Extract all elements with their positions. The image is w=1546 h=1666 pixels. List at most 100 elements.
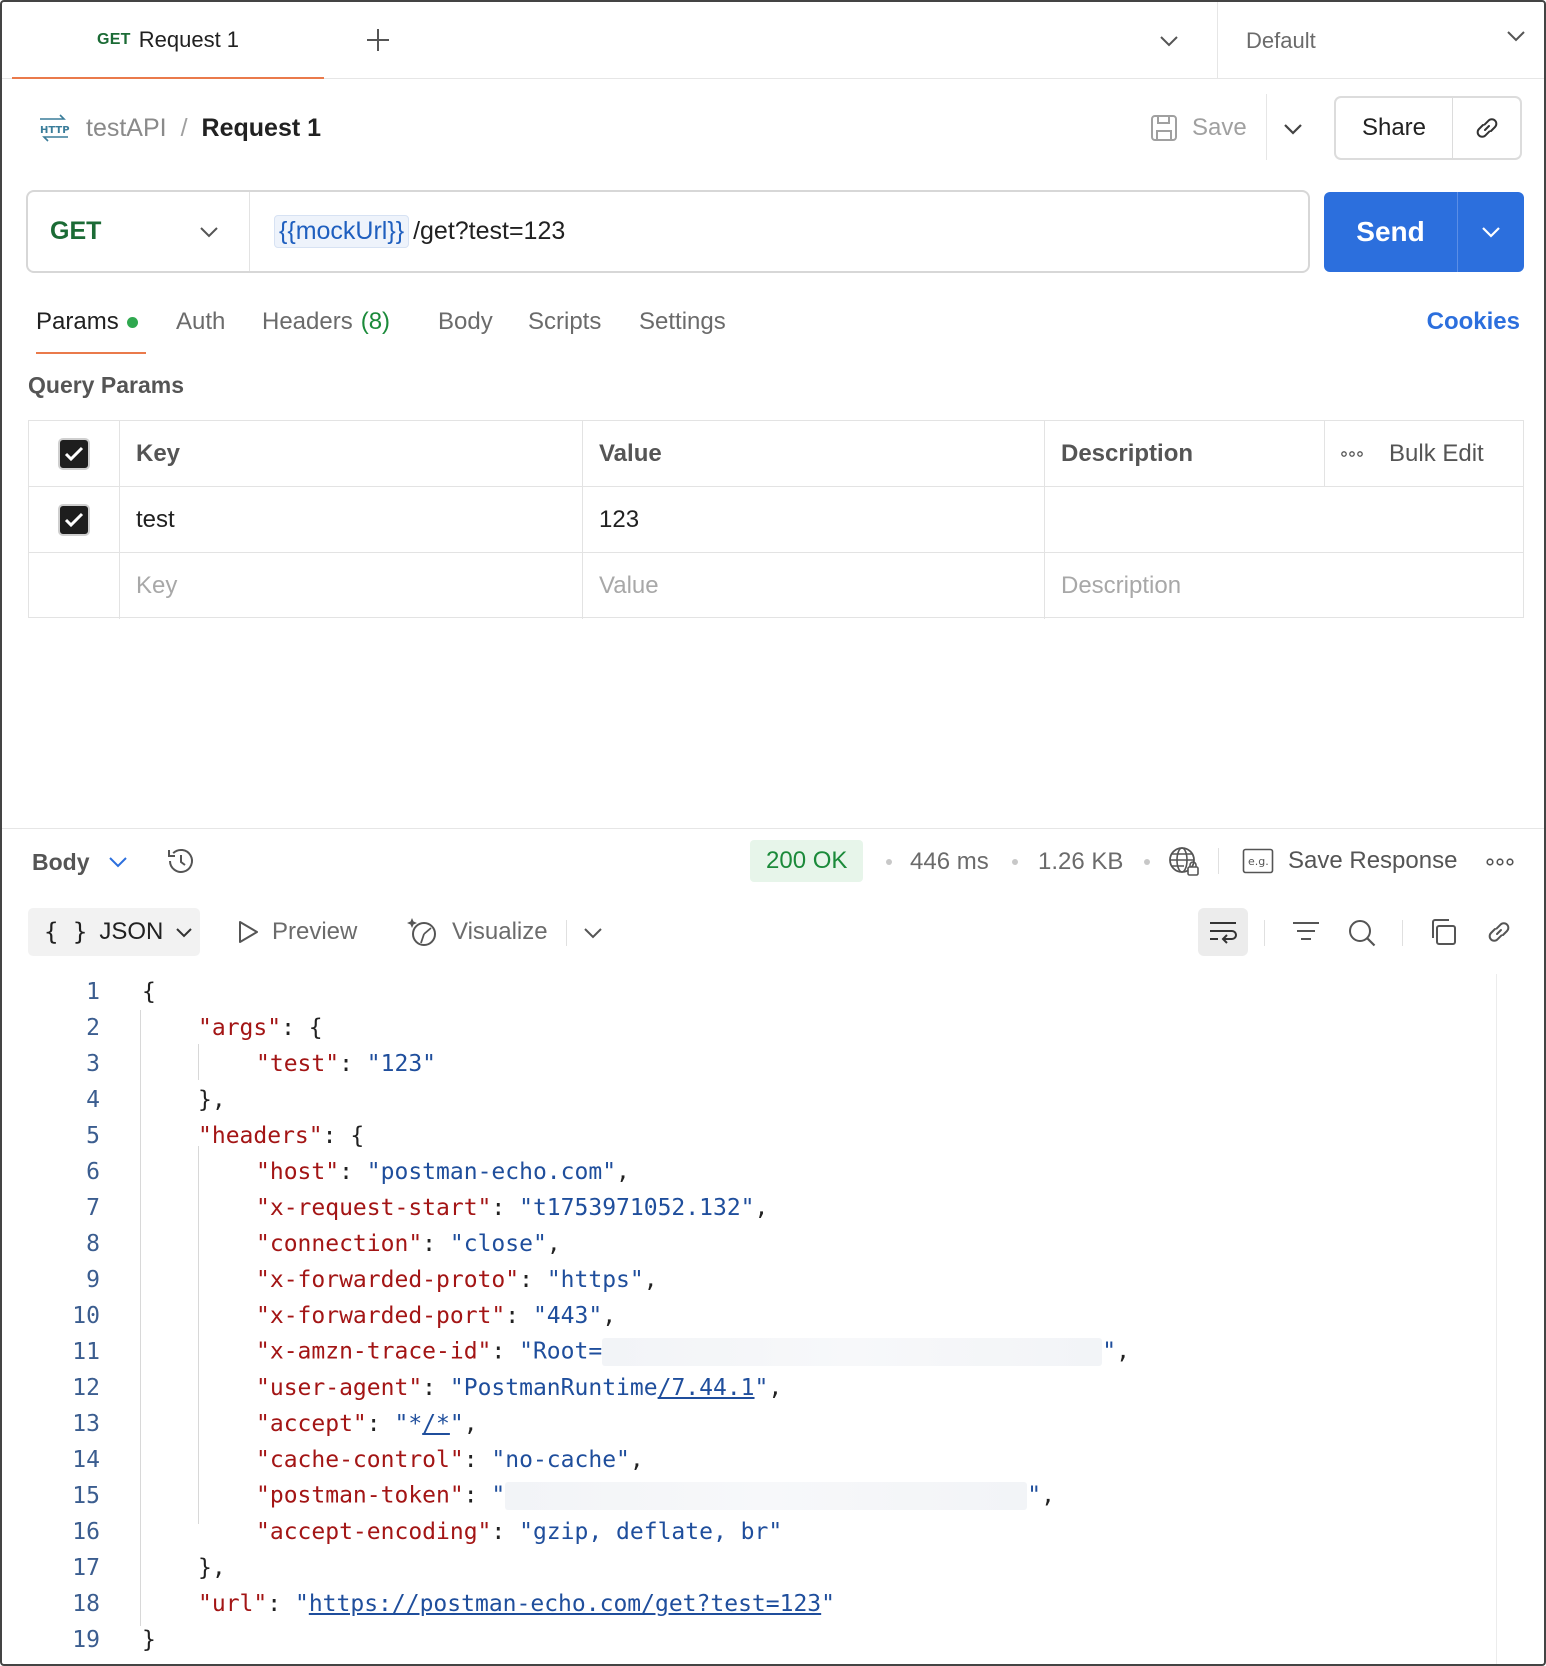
send-button[interactable]: Send: [1324, 192, 1458, 272]
code-text: "postman-token": " ",: [256, 1482, 1055, 1510]
row-check-cell: [29, 487, 120, 552]
url-bar: GET {{mockUrl}} /get?test=123: [26, 190, 1310, 273]
line-number: 15: [72, 1483, 100, 1509]
share-button[interactable]: Share: [1336, 98, 1453, 158]
chevron-down-icon: [199, 226, 219, 238]
link-icon[interactable]: [1483, 916, 1515, 948]
table-row-empty: Key Value Description: [29, 553, 1523, 619]
chevron-down-icon: [175, 927, 193, 938]
headers-count: (8): [360, 308, 391, 335]
chevron-down-icon: [1506, 30, 1526, 42]
response-body-label: Body: [32, 848, 90, 875]
tabs-dropdown-chevron-icon[interactable]: [1154, 26, 1184, 56]
new-value-input[interactable]: Value: [583, 553, 1045, 619]
save-button[interactable]: Save: [1150, 104, 1247, 152]
network-globe-lock-icon[interactable]: [1166, 844, 1202, 880]
table-row: test 123: [29, 487, 1523, 553]
empty-check-cell: [29, 553, 120, 619]
column-key-header: Key: [120, 421, 583, 486]
code-text: "headers": {: [198, 1123, 365, 1149]
cookies-link[interactable]: Cookies: [1427, 302, 1520, 342]
url-path: /get?test=123: [413, 217, 566, 245]
code-line: 4},: [2, 1082, 1482, 1118]
params-active-dot: [126, 316, 138, 328]
url-variable[interactable]: {{mockUrl}}: [274, 215, 410, 248]
code-line: 12 "user-agent": "PostmanRuntime/7.44.1",: [2, 1370, 1482, 1406]
redacted-value: [505, 1482, 1028, 1510]
response-time[interactable]: 446 ms: [910, 842, 989, 882]
row-checkbox[interactable]: [58, 503, 90, 536]
preview-button[interactable]: Preview: [236, 908, 357, 956]
visualize-button[interactable]: Visualize: [406, 908, 548, 956]
code-line: 9 "x-forwarded-proto": "https",: [2, 1262, 1482, 1298]
response-code-viewer[interactable]: 1{ 2 "args": { 3 "test": "123" 4}, 5 "heade…: [2, 974, 1544, 1664]
code-scrollbar-track[interactable]: [1496, 974, 1497, 1664]
url-link[interactable]: https://postman-echo.com/get?test=123: [309, 1591, 821, 1617]
new-key-input[interactable]: Key: [120, 553, 583, 619]
code-text: }: [142, 1627, 156, 1653]
history-icon[interactable]: [164, 844, 198, 878]
share-group: Share: [1334, 96, 1522, 160]
line-number: 4: [86, 1087, 100, 1113]
copy-icon[interactable]: [1427, 916, 1459, 948]
svg-text:HTTP: HTTP: [40, 125, 70, 136]
method-select[interactable]: GET: [28, 192, 250, 271]
bulk-edit-cell: Bulk Edit: [1325, 421, 1525, 486]
tab-body[interactable]: Body: [438, 302, 493, 342]
query-params-title: Query Params: [28, 372, 184, 398]
preview-label: Preview: [272, 918, 358, 945]
param-key-field[interactable]: test: [120, 487, 583, 552]
code-line: 17},: [2, 1550, 1482, 1586]
param-value-field[interactable]: 123: [583, 487, 1045, 552]
response-divider[interactable]: [2, 828, 1544, 829]
new-description-input[interactable]: Description: [1045, 553, 1525, 619]
save-options-chevron-icon[interactable]: [1278, 114, 1308, 144]
code-text: "x-request-start": "t1753971052.132",: [256, 1195, 769, 1221]
code-text: "test": "123": [256, 1051, 437, 1077]
tab-settings[interactable]: Settings: [639, 302, 726, 342]
tab-params[interactable]: Params: [36, 302, 138, 342]
line-number: 14: [72, 1447, 100, 1473]
status-badge[interactable]: 200 OK: [750, 840, 864, 882]
format-select[interactable]: { } JSON: [28, 908, 200, 956]
select-all-cell: [29, 421, 120, 486]
bulk-edit-button[interactable]: Bulk Edit: [1389, 440, 1484, 468]
tab-body-label: Body: [438, 308, 493, 335]
code-line: 16 "accept-encoding": "gzip, deflate, br": [2, 1514, 1482, 1550]
code-text: },: [198, 1555, 226, 1581]
filter-icon[interactable]: [1290, 916, 1322, 948]
toolbar-separator: [566, 920, 567, 946]
accept-link[interactable]: /*: [422, 1411, 450, 1437]
more-options-icon[interactable]: [1341, 450, 1363, 458]
save-response-button[interactable]: e.g. Save Response: [1242, 840, 1457, 882]
wrap-lines-icon[interactable]: [1198, 908, 1248, 956]
breadcrumb-request[interactable]: Request 1: [202, 114, 321, 143]
new-tab-plus-icon[interactable]: [362, 24, 394, 56]
param-description-field[interactable]: [1045, 487, 1525, 552]
visualize-options-chevron-icon[interactable]: [580, 920, 606, 946]
version-link[interactable]: /7.44.1: [658, 1375, 755, 1401]
environment-selector[interactable]: Default: [1217, 2, 1544, 79]
url-input[interactable]: {{mockUrl}} /get?test=123: [250, 215, 565, 248]
tab-params-label: Params: [36, 308, 119, 335]
column-value-header: Value: [583, 421, 1045, 486]
table-header-row: Key Value Description Bulk Edit: [29, 421, 1523, 487]
code-line: 8 "connection": "close",: [2, 1226, 1482, 1262]
tab-scripts[interactable]: Scripts: [528, 302, 601, 342]
response-size[interactable]: 1.26 KB: [1038, 842, 1123, 882]
breadcrumb-collection[interactable]: testAPI: [86, 114, 167, 143]
toolbar-separator: [1264, 920, 1265, 946]
copy-link-icon[interactable]: [1453, 98, 1520, 158]
line-number: 8: [86, 1231, 100, 1257]
tab-auth[interactable]: Auth: [176, 302, 225, 342]
response-body-selector[interactable]: Body: [32, 842, 128, 882]
select-all-checkbox[interactable]: [58, 437, 90, 470]
tab-request-1[interactable]: GET Request 1: [12, 2, 324, 79]
code-line: 5 "headers": {: [2, 1118, 1482, 1154]
response-more-options-icon[interactable]: [1484, 850, 1516, 874]
visualize-sparkle-icon: [406, 916, 440, 948]
search-icon[interactable]: [1345, 916, 1379, 950]
send-options-chevron-icon[interactable]: [1458, 192, 1524, 272]
tab-headers[interactable]: Headers (8): [262, 302, 390, 342]
code-text: "url": "https://postman-echo.com/get?tes…: [198, 1591, 836, 1617]
